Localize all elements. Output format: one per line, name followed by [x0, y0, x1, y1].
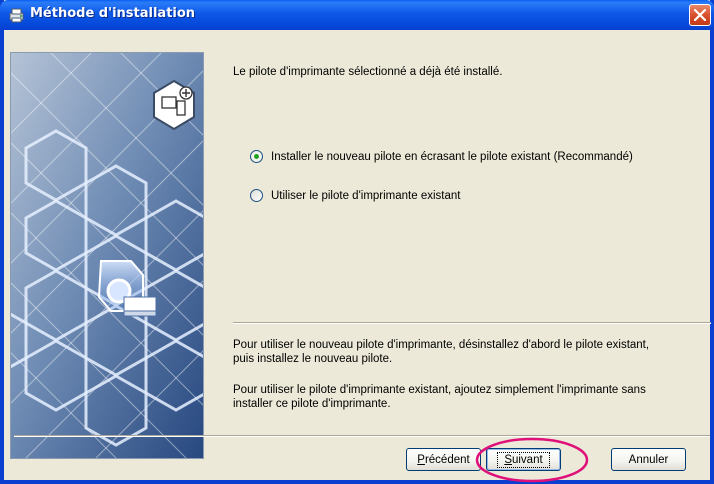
close-icon — [694, 9, 706, 21]
option-overwrite-driver[interactable]: Installer le nouveau pilote en écrasant … — [250, 150, 633, 163]
header-message: Le pilote d'imprimante sélectionné a déj… — [233, 66, 503, 78]
next-button-label: uivant — [511, 453, 543, 466]
next-button-accel: S — [504, 453, 512, 466]
dialog-content: Le pilote d'imprimante sélectionné a déj… — [4, 30, 711, 480]
content-divider — [233, 322, 711, 324]
radio-button-unchecked[interactable] — [250, 189, 263, 202]
radio-button-checked[interactable] — [250, 150, 263, 163]
next-button[interactable]: Suivant — [486, 448, 561, 471]
back-button-accel: P — [417, 453, 425, 466]
note-1-line-2: puis installez le nouveau pilote. — [233, 353, 393, 365]
note-2-line-1: Pour utiliser le pilote d'imprimante exi… — [233, 384, 646, 396]
option-existing-driver[interactable]: Utiliser le pilote d'imprimante existant — [250, 189, 460, 202]
title-bar[interactable]: Méthode d'installation — [0, 0, 714, 30]
window-title: Méthode d'installation — [30, 6, 196, 21]
note-1-line-1: Pour utiliser le nouveau pilote d'imprim… — [233, 339, 650, 351]
close-button[interactable] — [689, 4, 711, 26]
note-2-line-2: installer ce pilote d'imprimante. — [233, 398, 391, 410]
printer-window-icon — [9, 8, 24, 23]
option-existing-label[interactable]: Utiliser le pilote d'imprimante existant — [271, 190, 460, 202]
back-button-label: récédent — [424, 453, 470, 466]
button-area-divider — [14, 435, 710, 437]
option-overwrite-label[interactable]: Installer le nouveau pilote en écrasant … — [271, 151, 633, 163]
back-button[interactable]: Précédent — [406, 448, 481, 471]
cancel-button[interactable]: Annuler — [611, 448, 686, 471]
